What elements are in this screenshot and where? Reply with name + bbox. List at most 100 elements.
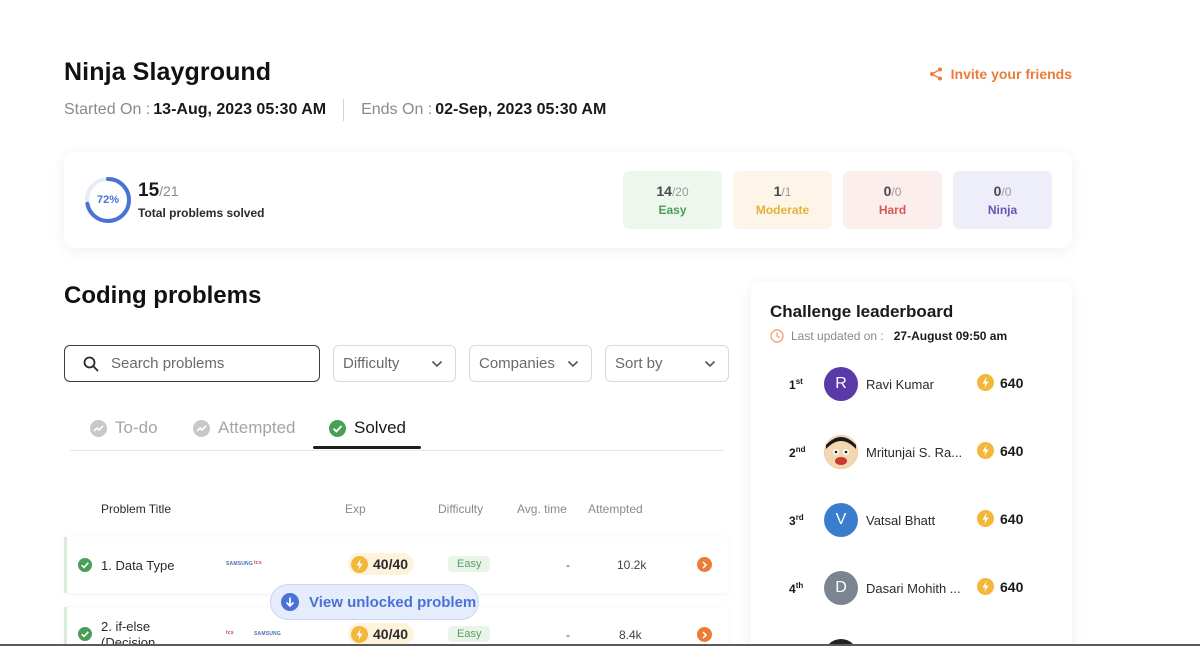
solved-number: 15 <box>138 180 160 201</box>
company-logo: tcs <box>254 560 262 566</box>
chevron-down-icon <box>431 360 443 367</box>
company-logo: tcs <box>226 630 234 636</box>
date-divider <box>343 99 345 121</box>
arrow-down-circle-icon <box>281 593 299 611</box>
company-logo: SAMSUNG <box>226 561 253 567</box>
leaderboard-entry[interactable]: 2nd Mritunjai S. Ra... 640 <box>789 435 1059 469</box>
updated-value: 27-August 09:50 am <box>893 329 1008 343</box>
difficulty-pill: Easy <box>448 626 491 642</box>
rank: 1st <box>789 377 803 392</box>
sort-by-dropdown[interactable]: Sort by <box>605 345 729 382</box>
leaderboard-entry[interactable]: 4th D Dasari Mohith ... 640 <box>789 571 1059 605</box>
share-icon <box>929 67 942 81</box>
leaderboard-name: Dasari Mohith ... <box>866 581 961 596</box>
tab-todo[interactable]: To-do <box>90 418 158 438</box>
problem-title: 1. Data Type <box>101 558 175 573</box>
leaderboard-name: Ravi Kumar <box>866 377 934 392</box>
easy-label: Easy <box>658 203 687 217</box>
solved-total: /21 <box>159 183 179 199</box>
hard-total: /0 <box>891 185 902 199</box>
open-problem-button[interactable] <box>697 627 712 642</box>
leaderboard-entry[interactable]: 1st R Ravi Kumar 640 <box>789 367 1059 401</box>
ends-label: Ends On : <box>361 101 433 118</box>
ninja-total: /0 <box>1001 185 1012 199</box>
tab-solved-label: Solved <box>354 418 406 437</box>
easy-total: /20 <box>671 185 689 199</box>
company-logo: SAMSUNG <box>254 631 281 637</box>
avg-time-value: - <box>566 558 570 572</box>
avatar: R <box>824 367 858 401</box>
trend-circle-icon <box>90 419 107 437</box>
leaderboard-name: Mritunjai S. Ra... <box>866 445 962 460</box>
sort-by-dropdown-label: Sort by <box>615 355 663 372</box>
avatar-image <box>824 435 858 469</box>
tab-todo-label: To-do <box>115 418 158 437</box>
exp-badge: 40/40 <box>348 623 415 645</box>
attempted-value: 8.4k <box>619 628 642 642</box>
trend-circle-icon <box>193 419 210 437</box>
problem-title-line1: 2. if-else <box>101 619 151 634</box>
difficulty-hard-box: 0/0 Hard <box>843 171 942 229</box>
leaderboard-entry[interactable]: 3rd V Vatsal Bhatt 640 <box>789 503 1059 537</box>
col-attempted: Attempted <box>588 502 643 516</box>
search-icon <box>83 356 99 371</box>
leaderboard-score: 640 <box>977 510 1023 527</box>
challenge-dates: Started On : 13-Aug, 2023 05:30 AM Ends … <box>64 99 1074 121</box>
progress-summary-card: 72% 15/21 Total problems solved 14/20 Ea… <box>64 152 1072 248</box>
tab-attempted[interactable]: Attempted <box>193 418 296 438</box>
tab-attempted-label: Attempted <box>218 418 296 437</box>
difficulty-breakdown: 14/20 Easy 1/1 Moderate 0/0 Hard 0/0 Nin… <box>623 171 1052 229</box>
leaderboard-updated: Last updated on : 27-August 09:50 am <box>770 329 1007 343</box>
leaderboard-score: 640 <box>977 442 1023 459</box>
search-box[interactable] <box>64 345 320 382</box>
active-tab-indicator <box>313 446 421 449</box>
moderate-total: /1 <box>781 185 792 199</box>
exp-value: 40/40 <box>373 626 409 642</box>
lightning-icon <box>977 374 994 391</box>
companies-dropdown[interactable]: Companies <box>469 345 592 382</box>
rank: 4th <box>789 581 804 596</box>
difficulty-pill: Easy <box>448 556 491 572</box>
lightning-icon <box>977 442 994 459</box>
view-unlocked-problem-button[interactable]: View unlocked problem <box>270 584 479 620</box>
rank: 2nd <box>789 445 806 460</box>
attempted-value: 10.2k <box>617 558 647 572</box>
page-title: Ninja Slayground <box>64 58 272 86</box>
chevron-right-icon <box>702 560 708 569</box>
moderate-label: Moderate <box>755 203 810 217</box>
open-problem-button[interactable] <box>697 557 712 572</box>
rank: 3rd <box>789 513 804 528</box>
ninja-label: Ninja <box>987 203 1018 217</box>
clock-icon <box>770 329 784 343</box>
view-unlocked-problem-label: View unlocked problem <box>309 593 477 611</box>
lightning-icon <box>977 510 994 527</box>
exp-badge: 40/40 <box>348 553 415 575</box>
leaderboard-score: 640 <box>977 374 1023 391</box>
difficulty-dropdown[interactable]: Difficulty <box>333 345 456 382</box>
lightning-icon <box>351 555 368 573</box>
easy-solved: 14 <box>656 183 672 199</box>
difficulty-ninja-box: 0/0 Ninja <box>953 171 1052 229</box>
avg-time-value: - <box>566 628 570 642</box>
coding-problems-title: Coding problems <box>64 282 262 309</box>
difficulty-moderate-box: 1/1 Moderate <box>733 171 832 229</box>
tab-solved[interactable]: Solved <box>329 418 406 438</box>
started-value: 13-Aug, 2023 05:30 AM <box>153 101 327 118</box>
col-avg-time: Avg. time <box>517 502 567 516</box>
search-input[interactable] <box>111 355 301 372</box>
leaderboard-score: 640 <box>977 578 1023 595</box>
avatar: V <box>824 503 858 537</box>
difficulty-easy-box: 14/20 Easy <box>623 171 722 229</box>
chevron-down-icon <box>704 360 716 367</box>
col-difficulty: Difficulty <box>438 502 484 516</box>
challenge-leaderboard: Challenge leaderboard Last updated on : … <box>751 282 1072 646</box>
check-circle-icon <box>78 627 92 641</box>
invite-friends-label: Invite your friends <box>950 66 1072 82</box>
difficulty-dropdown-label: Difficulty <box>343 355 400 372</box>
invite-friends-link[interactable]: Invite your friends <box>929 66 1072 82</box>
problem-status-tabs: To-do Attempted Solved <box>70 410 724 451</box>
ends-value: 02-Sep, 2023 05:30 AM <box>435 101 607 118</box>
avatar: D <box>824 571 858 605</box>
hard-label: Hard <box>878 203 907 217</box>
exp-value: 40/40 <box>373 556 409 572</box>
